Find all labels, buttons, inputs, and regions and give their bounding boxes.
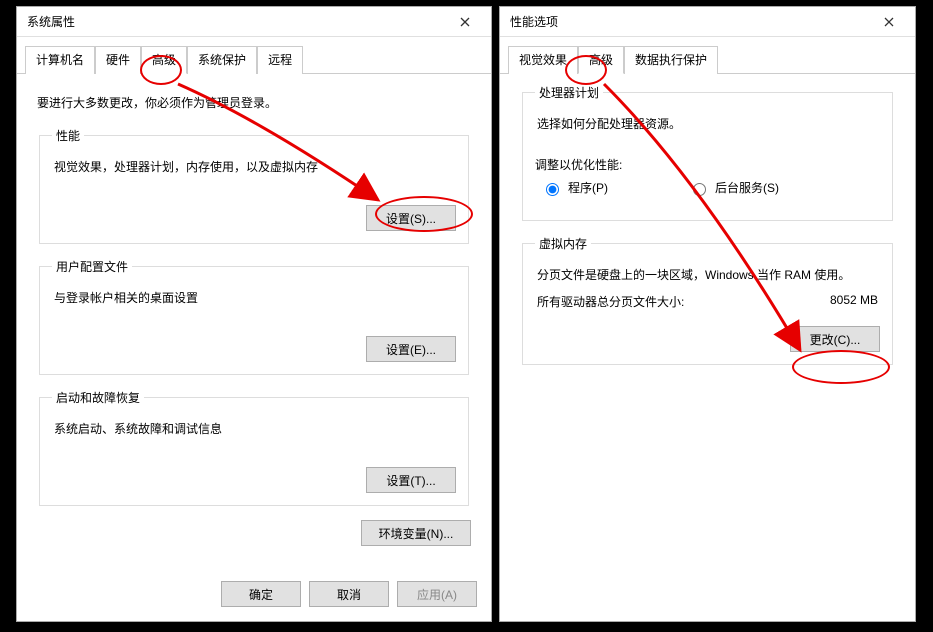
profile-settings-button[interactable]: 设置(E)... bbox=[366, 336, 456, 362]
window-title: 系统属性 bbox=[27, 13, 75, 30]
tab-dep[interactable]: 数据执行保护 bbox=[624, 46, 718, 74]
tabs: 视觉效果 高级 数据执行保护 bbox=[500, 37, 915, 74]
vm-total-value: 8052 MB bbox=[830, 293, 878, 310]
apply-button[interactable]: 应用(A) bbox=[397, 581, 477, 607]
tab-remote[interactable]: 远程 bbox=[257, 46, 303, 74]
titlebar: 系统属性 bbox=[17, 7, 491, 37]
startup-legend: 启动和故障恢复 bbox=[52, 389, 144, 406]
tab-advanced[interactable]: 高级 bbox=[578, 46, 624, 74]
window-title: 性能选项 bbox=[510, 13, 558, 30]
performance-group: 性能 视觉效果，处理器计划，内存使用，以及虚拟内存 设置(S)... bbox=[39, 127, 469, 244]
startup-desc: 系统启动、系统故障和调试信息 bbox=[54, 420, 456, 437]
cpu-scheduling-group: 处理器计划 选择如何分配处理器资源。 调整以优化性能: 程序(P) 后台服务(S… bbox=[522, 84, 893, 221]
vm-desc: 分页文件是硬盘上的一块区域，Windows 当作 RAM 使用。 bbox=[537, 266, 880, 283]
dialog-body: 处理器计划 选择如何分配处理器资源。 调整以优化性能: 程序(P) 后台服务(S… bbox=[500, 74, 915, 621]
close-button[interactable] bbox=[445, 8, 485, 36]
adjust-label: 调整以优化性能: bbox=[535, 156, 880, 173]
performance-options-dialog: 性能选项 视觉效果 高级 数据执行保护 处理器计划 选择如何分配处理器资源。 调… bbox=[499, 6, 916, 622]
radio-programs[interactable]: 程序(P) bbox=[541, 179, 608, 196]
radio-background[interactable]: 后台服务(S) bbox=[688, 179, 779, 196]
admin-note: 要进行大多数更改，你必须作为管理员登录。 bbox=[37, 94, 471, 111]
radio-programs-input[interactable] bbox=[546, 183, 559, 196]
titlebar: 性能选项 bbox=[500, 7, 915, 37]
system-properties-dialog: 系统属性 计算机名 硬件 高级 系统保护 远程 要进行大多数更改，你必须作为管理… bbox=[16, 6, 492, 622]
performance-settings-button[interactable]: 设置(S)... bbox=[366, 205, 456, 231]
startup-settings-button[interactable]: 设置(T)... bbox=[366, 467, 456, 493]
dialog-body: 要进行大多数更改，你必须作为管理员登录。 性能 视觉效果，处理器计划，内存使用，… bbox=[17, 74, 491, 571]
dialog-footer: 确定 取消 应用(A) bbox=[17, 571, 491, 621]
tab-advanced[interactable]: 高级 bbox=[141, 46, 187, 74]
ok-button[interactable]: 确定 bbox=[221, 581, 301, 607]
env-vars-button[interactable]: 环境变量(N)... bbox=[361, 520, 471, 546]
performance-legend: 性能 bbox=[52, 127, 84, 144]
user-profile-group: 用户配置文件 与登录帐户相关的桌面设置 设置(E)... bbox=[39, 258, 469, 375]
profile-desc: 与登录帐户相关的桌面设置 bbox=[54, 289, 456, 306]
tab-visual-effects[interactable]: 视觉效果 bbox=[508, 46, 578, 74]
startup-recovery-group: 启动和故障恢复 系统启动、系统故障和调试信息 设置(T)... bbox=[39, 389, 469, 506]
cancel-button[interactable]: 取消 bbox=[309, 581, 389, 607]
cpu-legend: 处理器计划 bbox=[535, 84, 603, 101]
tab-protection[interactable]: 系统保护 bbox=[187, 46, 257, 74]
cpu-desc: 选择如何分配处理器资源。 bbox=[537, 115, 880, 132]
vm-total-label: 所有驱动器总分页文件大小: bbox=[537, 293, 684, 310]
vm-change-button[interactable]: 更改(C)... bbox=[790, 326, 880, 352]
tab-computer-name[interactable]: 计算机名 bbox=[25, 46, 95, 74]
vm-legend: 虚拟内存 bbox=[535, 235, 591, 252]
tabs: 计算机名 硬件 高级 系统保护 远程 bbox=[17, 37, 491, 74]
close-button[interactable] bbox=[869, 8, 909, 36]
performance-desc: 视觉效果，处理器计划，内存使用，以及虚拟内存 bbox=[54, 158, 456, 175]
radio-background-input[interactable] bbox=[693, 183, 706, 196]
tab-hardware[interactable]: 硬件 bbox=[95, 46, 141, 74]
virtual-memory-group: 虚拟内存 分页文件是硬盘上的一块区域，Windows 当作 RAM 使用。 所有… bbox=[522, 235, 893, 365]
profile-legend: 用户配置文件 bbox=[52, 258, 132, 275]
